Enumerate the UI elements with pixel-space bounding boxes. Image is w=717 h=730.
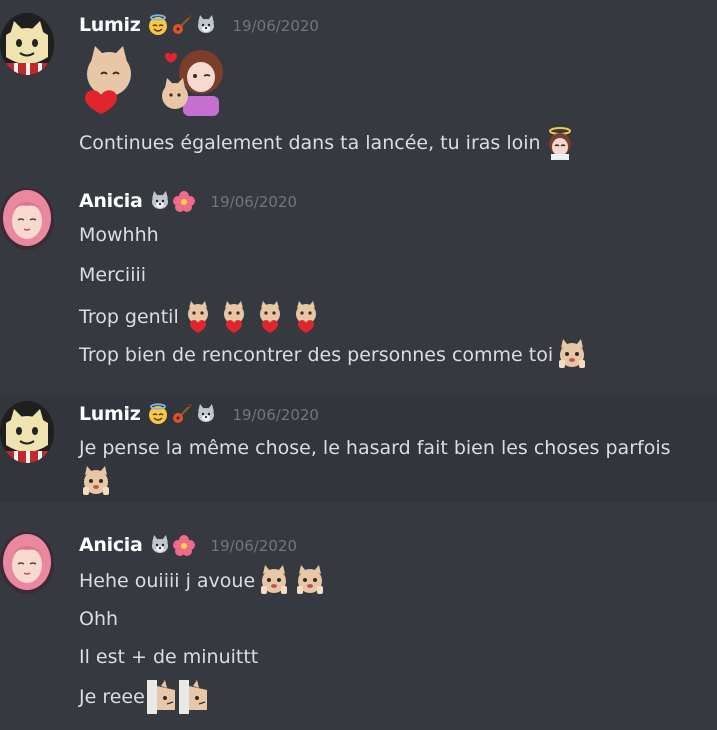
message-content: Je reee [79,686,145,708]
username[interactable]: Anicia [79,190,143,212]
avatar[interactable] [0,13,54,75]
message-group: Lumiz 19/06/2020 Continues également dan… [0,0,717,160]
message-header: Lumiz 19/06/2020 [79,403,319,425]
timestamp[interactable]: 19/06/2020 [211,537,297,555]
wolf-icon [197,15,214,33]
message-content: Ohh [79,608,119,630]
message-group: Anicia 19/06/2020 Hehe ouiiii j avoue Oh… [0,512,717,730]
username[interactable]: Lumiz [79,14,141,36]
cat-heart-emote-icon [259,301,280,333]
chat-messages: Lumiz 19/06/2020 Continues également dan… [0,0,717,730]
angel-face-icon [147,403,168,425]
message-content: Il est + de minuittt [79,646,259,668]
anicia-avatar-icon [0,188,54,250]
message-content: Hehe ouiiii j avoue [79,570,256,592]
message-emote-line [77,465,113,499]
message-text: Continues également dans ta lancée, tu i… [79,126,577,160]
username[interactable]: Lumiz [79,403,141,425]
timestamp[interactable]: 19/06/2020 [233,406,319,424]
angel-girl-emote-icon [548,127,571,160]
message-content: Continues également dans ta lancée, tu i… [79,132,541,154]
username[interactable]: Anicia [79,534,143,556]
message-text: Je reee [79,680,209,714]
cat-peek-emote-icon [178,680,208,714]
username-badges [149,190,195,212]
hibiscus-icon [172,191,195,212]
message-content: Mowhhh [79,224,159,246]
message-content: Trop gentil [79,306,179,328]
cat-heart-emote-icon [295,301,316,333]
cat-hug-sticker-icon [85,46,223,116]
wolf-icon [151,535,168,553]
timestamp[interactable]: 19/06/2020 [233,17,319,35]
cat-peek-emote-icon [146,680,176,714]
message-content: Trop bien de rencontrer des personnes co… [79,344,554,366]
hibiscus-icon [172,535,195,556]
cat-face-emote-icon [261,565,288,594]
message-header: Lumiz 19/06/2020 [79,14,319,36]
lumiz-avatar-icon [0,401,54,463]
anicia-avatar-icon [0,532,54,594]
angel-face-icon [147,14,168,36]
guitar-icon [171,14,193,36]
avatar[interactable] [0,401,54,463]
avatar[interactable] [0,188,54,250]
message-header: Anicia 19/06/2020 [79,190,297,212]
message-content: Merciiii [79,264,147,286]
message-text: Ohh [79,608,118,630]
cat-face-emote-icon [297,565,324,594]
wolf-icon [151,191,168,209]
message-group: Lumiz 19/06/2020 Je pense la même chose,… [0,395,717,502]
cat-face-emote-icon [559,339,586,368]
message-text: Trop bien de rencontrer des personnes co… [79,338,589,372]
username-badges [147,403,217,425]
username-badges [147,14,217,36]
message-content: Je pense la même chose, le hasard fait b… [79,437,671,459]
message-header: Anicia 19/06/2020 [79,534,297,556]
message-text: Il est + de minuittt [79,646,258,668]
cat-heart-emote-icon [223,301,244,333]
guitar-icon [171,403,193,425]
username-badges [149,534,195,556]
message-text: Trop gentil [79,300,323,334]
timestamp[interactable]: 19/06/2020 [211,193,297,211]
cat-heart-emote-icon [187,301,208,333]
message-text: Merciiii [79,264,146,286]
message-text: Mowhhh [79,224,159,246]
wolf-icon [197,404,214,422]
message-text: Hehe ouiiii j avoue [79,564,327,598]
cat-face-emote-icon [83,466,109,495]
lumiz-avatar-icon [0,13,54,75]
avatar[interactable] [0,532,54,594]
message-group: Anicia 19/06/2020 Mowhhh Merciiii Trop g… [0,160,717,390]
message-text: Je pense la même chose, le hasard fait b… [79,437,671,459]
